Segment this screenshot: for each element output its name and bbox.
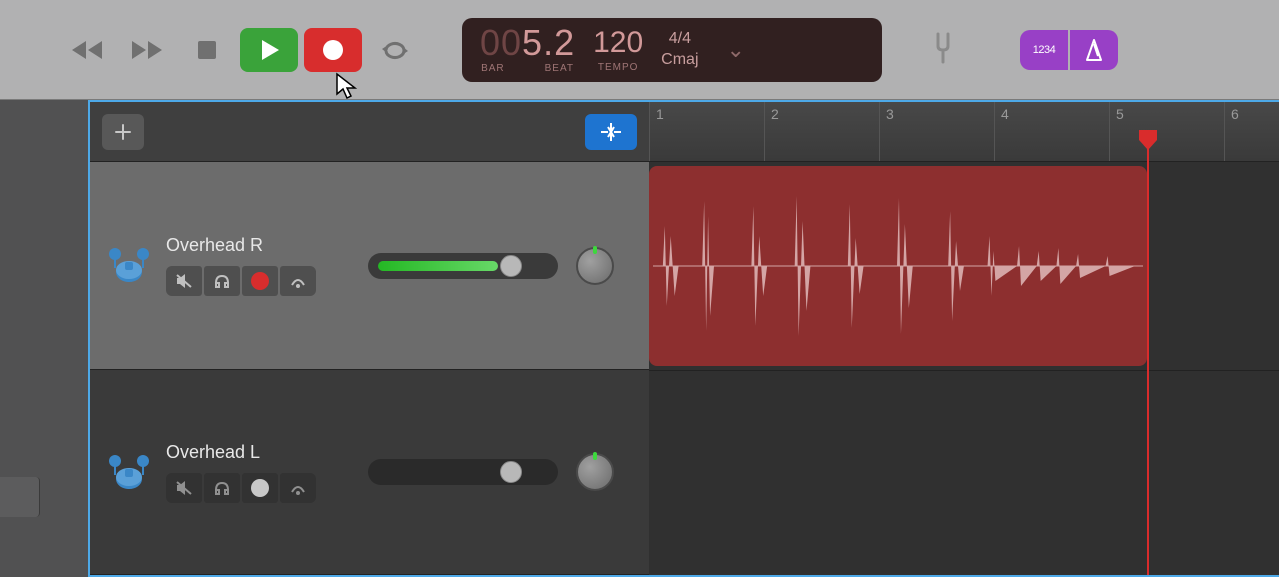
waveform-icon <box>653 166 1143 366</box>
bar-value: 5. <box>522 22 554 63</box>
catch-playhead-button[interactable] <box>585 114 637 150</box>
record-enable-button[interactable] <box>242 266 278 296</box>
countoff-button[interactable]: 1234 <box>1020 30 1068 70</box>
top-toolbar: 005.2 BAR BEAT 120 TEMPO 4/4 Cmaj ⌄ 1234 <box>0 0 1279 100</box>
drumkit-icon <box>106 240 152 291</box>
key-sig: Cmaj <box>661 50 698 71</box>
volume-thumb[interactable] <box>500 255 522 277</box>
rewind-button[interactable] <box>60 29 114 71</box>
headphones-icon <box>213 480 231 496</box>
transport-controls <box>60 28 422 72</box>
play-button[interactable] <box>240 28 298 72</box>
ruler-tick: 3 <box>879 102 900 161</box>
track-lane-1[interactable] <box>649 162 1279 370</box>
input-monitor-icon <box>289 273 307 289</box>
bar-prefix: 00 <box>480 22 522 63</box>
add-track-button[interactable] <box>102 114 144 150</box>
play-icon <box>256 37 282 63</box>
track-header-bar <box>90 102 649 162</box>
record-button[interactable] <box>304 28 362 72</box>
input-monitor-button[interactable] <box>280 473 316 503</box>
mute-icon <box>175 480 193 496</box>
metronome-icon <box>1083 38 1105 62</box>
volume-slider[interactable] <box>368 253 558 279</box>
record-enable-button[interactable] <box>242 473 278 503</box>
solo-button[interactable] <box>204 473 240 503</box>
track-name: Overhead R <box>166 235 316 256</box>
record-icon <box>320 37 346 63</box>
record-enable-indicator <box>251 272 269 290</box>
tuner-button[interactable] <box>926 30 960 69</box>
volume-slider[interactable] <box>368 459 558 485</box>
mute-button[interactable] <box>166 473 202 503</box>
track-header-overhead-r[interactable]: Overhead R <box>90 162 649 370</box>
ruler-tick: 2 <box>764 102 785 161</box>
beat-label: BEAT <box>545 63 574 74</box>
lcd-key-sig[interactable]: 4/4 Cmaj <box>661 29 698 71</box>
ruler-tick: 5 <box>1109 102 1130 161</box>
ruler-tick: 6 <box>1224 102 1245 161</box>
lcd-bar-beat[interactable]: 005.2 BAR BEAT <box>480 25 575 74</box>
lcd-tempo[interactable]: 120 TEMPO <box>593 26 643 73</box>
lcd-chevron-icon[interactable]: ⌄ <box>727 37 745 63</box>
ruler-tick: 4 <box>994 102 1015 161</box>
volume-thumb[interactable] <box>500 461 522 483</box>
mute-icon <box>175 273 193 289</box>
rewind-icon <box>70 39 104 61</box>
forward-button[interactable] <box>120 29 174 71</box>
left-panel-toggle[interactable] <box>0 477 40 517</box>
track-list: Overhead R <box>90 162 649 575</box>
tuning-fork-icon <box>926 30 960 64</box>
right-pills: 1234 <box>1020 30 1118 70</box>
audio-region[interactable] <box>649 166 1147 366</box>
cycle-icon <box>380 39 410 61</box>
lcd-display[interactable]: 005.2 BAR BEAT 120 TEMPO 4/4 Cmaj ⌄ <box>462 18 882 82</box>
forward-icon <box>130 39 164 61</box>
input-monitor-icon <box>289 480 307 496</box>
headphones-icon <box>213 273 231 289</box>
metronome-button[interactable] <box>1070 30 1118 70</box>
pan-knob[interactable] <box>576 247 614 285</box>
timeline-ruler[interactable]: 1 2 3 4 5 6 <box>649 102 1279 162</box>
ruler-tick: 1 <box>649 102 670 161</box>
record-enable-indicator <box>251 479 269 497</box>
drumkit-icon <box>106 447 152 498</box>
time-sig: 4/4 <box>669 29 691 50</box>
pan-knob[interactable] <box>576 453 614 491</box>
stop-button[interactable] <box>180 29 234 71</box>
catch-playhead-icon <box>598 121 624 143</box>
track-header-overhead-l[interactable]: Overhead L <box>90 370 649 575</box>
input-monitor-button[interactable] <box>280 266 316 296</box>
solo-button[interactable] <box>204 266 240 296</box>
left-margin <box>0 100 88 577</box>
plus-icon <box>114 123 132 141</box>
countoff-label: 1234 <box>1033 44 1055 56</box>
workspace: 1 2 3 4 5 6 Overhead R <box>88 100 1279 577</box>
stop-icon <box>196 39 218 61</box>
cycle-button[interactable] <box>368 29 422 71</box>
mute-button[interactable] <box>166 266 202 296</box>
track-name: Overhead L <box>166 442 316 463</box>
tempo-label: TEMPO <box>598 62 639 73</box>
track-lane-2[interactable] <box>649 370 1279 575</box>
tempo-value: 120 <box>593 26 643 60</box>
beat-value: 2 <box>554 22 575 63</box>
volume-level-meter <box>378 261 498 271</box>
bar-label: BAR <box>481 63 505 74</box>
